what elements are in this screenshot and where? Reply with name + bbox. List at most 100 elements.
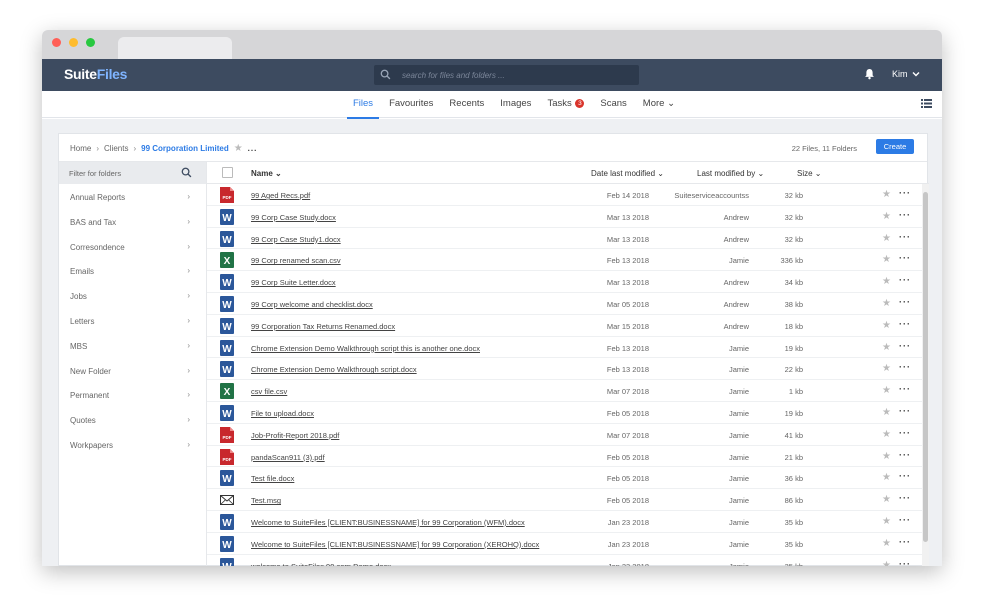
table-row[interactable]: Wwelcome to SuiteFiles 99 corp Demo.docx… [207,555,929,566]
search-icon[interactable] [181,167,192,178]
table-row[interactable]: W Test file.docx Feb 05 2018 Jamie 36 kb ★ ··· [207,467,929,490]
breadcrumb-more-button[interactable]: ... [248,144,258,153]
folder-item[interactable]: BAS and Tax › [59,209,206,234]
table-row[interactable]: W 99 Corporation Tax Returns Renamed.docx… [207,315,929,337]
favourite-star-icon[interactable]: ★ [882,385,891,396]
file-name-link[interactable]: File to upload.docx [251,409,314,418]
list-view-icon[interactable] [921,99,932,108]
file-name-link[interactable]: csv file.csv [251,387,287,396]
folder-item[interactable]: Quotes › [59,407,206,432]
table-row[interactable]: W Chrome Extension Demo Walkthrough scrip… [207,337,929,359]
folder-item[interactable]: Letters › [59,308,206,333]
table-row[interactable]: W File to upload.docx Feb 05 2018 Jamie 19 k… [207,402,929,424]
row-more-button[interactable]: ··· [899,450,911,460]
favourite-star-icon[interactable]: ★ [882,342,891,353]
table-row[interactable]: W 99 Corp Case Study1.docx Mar 13 2018 Andr… [207,228,929,250]
file-name-link[interactable]: Chrome Extension Demo Walkthrough script… [251,365,417,374]
file-name-link[interactable]: 99 Aged Recs.pdf [251,191,310,200]
file-name-link[interactable]: 99 Corporation Tax Returns Renamed.docx [251,322,395,331]
favourite-star-icon[interactable]: ★ [882,298,891,309]
table-row[interactable]: Test.msg Feb 05 2018 Jamie 86 kb ★ ··· [207,489,929,511]
search-input[interactable] [402,68,632,82]
breadcrumb-current[interactable]: 99 Corporation Limited [141,144,229,153]
table-row[interactable]: Xcsv file.csv Mar 07 2018 Jamie 1 kb ★ ··· [207,380,929,402]
favourite-star-icon[interactable]: ★ [234,143,243,154]
file-name-link[interactable]: 99 Corp welcome and checklist.docx [251,300,373,309]
table-row[interactable]: PDF 99 Aged Recs.pdf Feb 14 2018 Suiteservi… [207,184,929,206]
file-name-link[interactable]: Test.msg [251,496,281,505]
favourite-star-icon[interactable]: ★ [882,320,891,331]
favourite-star-icon[interactable]: ★ [882,516,891,527]
file-name-link[interactable]: Welcome to SuiteFiles [CLIENT:BUSINESSNA… [251,540,539,549]
row-more-button[interactable]: ··· [899,471,911,481]
column-header-name[interactable]: Name ⌄ [251,169,282,178]
favourite-star-icon[interactable]: ★ [882,254,891,265]
file-name-link[interactable]: 99 Corp Case Study.docx [251,213,336,222]
table-row[interactable]: W Welcome to SuiteFiles [CLIENT:BUSINESSN… [207,511,929,533]
folder-filter-input[interactable] [69,166,179,180]
file-name-link[interactable]: Chrome Extension Demo Walkthrough script… [251,344,480,353]
file-name-link[interactable]: welcome to SuiteFiles 99 corp Demo.docx [251,562,391,566]
favourite-star-icon[interactable]: ★ [882,429,891,440]
folder-item[interactable]: MBS › [59,333,206,358]
column-header-size[interactable]: Size ⌄ [797,169,822,178]
minimize-window-button[interactable] [69,38,78,47]
row-more-button[interactable]: ··· [899,493,911,503]
tab-scans[interactable]: Scans [592,91,634,118]
folder-item[interactable]: Workpapers › [59,432,206,457]
row-more-button[interactable]: ··· [899,253,911,263]
folder-item[interactable]: Annual Reports › [59,184,206,209]
folder-item[interactable]: Corresondence › [59,234,206,259]
create-button[interactable]: Create [876,139,914,154]
tab-more[interactable]: More ⌄ [635,91,683,118]
favourite-star-icon[interactable]: ★ [882,538,891,549]
suitefiles-logo[interactable]: SuiteFiles [64,66,127,82]
table-row[interactable]: W Chrome Extension Demo Walkthrough scrip… [207,358,929,381]
favourite-star-icon[interactable]: ★ [882,560,891,566]
file-name-link[interactable]: 99 Corp renamed scan.csv [251,256,341,265]
table-row[interactable]: W 99 Corp Case Study.docx Mar 13 2018 Andre… [207,206,929,228]
table-row[interactable]: W 99 Corp welcome and checklist.docx Mar 0… [207,293,929,315]
maximize-window-button[interactable] [86,38,95,47]
file-name-link[interactable]: pandaScan911 (3).pdf [251,453,325,462]
file-name-link[interactable]: Welcome to SuiteFiles [CLIENT:BUSINESSNA… [251,518,525,527]
table-row[interactable]: X 99 Corp renamed scan.csv Feb 13 2018 Jami… [207,249,929,272]
favourite-star-icon[interactable]: ★ [882,407,891,418]
search-box[interactable] [374,65,639,85]
row-more-button[interactable]: ··· [899,188,911,198]
favourite-star-icon[interactable]: ★ [882,494,891,505]
file-name-link[interactable]: Job-Profit-Report 2018.pdf [251,431,339,440]
row-more-button[interactable]: ··· [899,428,911,438]
row-more-button[interactable]: ··· [899,232,911,242]
table-row[interactable]: W Welcome to SuiteFiles [CLIENT:BUSINESSN… [207,533,929,555]
tab-recents[interactable]: Recents [441,91,492,118]
row-more-button[interactable]: ··· [899,406,911,416]
favourite-star-icon[interactable]: ★ [882,451,891,462]
bell-icon[interactable] [864,68,875,80]
table-scrollbar[interactable] [922,184,929,566]
row-more-button[interactable]: ··· [899,537,911,547]
table-row[interactable]: PDF pandaScan911 (3).pdf Feb 05 2018 Jamie 2… [207,446,929,468]
folder-item[interactable]: Emails › [59,258,206,283]
row-more-button[interactable]: ··· [899,275,911,285]
row-more-button[interactable]: ··· [899,559,911,566]
scrollbar-thumb[interactable] [923,192,928,542]
row-more-button[interactable]: ··· [899,384,911,394]
row-more-button[interactable]: ··· [899,319,911,329]
table-row[interactable]: W 99 Corp Suite Letter.docx Mar 13 2018 And… [207,271,929,293]
select-all-checkbox[interactable] [222,167,233,178]
row-more-button[interactable]: ··· [899,210,911,220]
row-more-button[interactable]: ··· [899,297,911,307]
breadcrumb-home[interactable]: Home [70,144,91,153]
favourite-star-icon[interactable]: ★ [882,276,891,287]
folder-item[interactable]: New Folder › [59,358,206,383]
row-more-button[interactable]: ··· [899,362,911,372]
user-menu[interactable]: Kim [892,69,920,79]
favourite-star-icon[interactable]: ★ [882,472,891,483]
table-row[interactable]: PDF Job-Profit-Report 2018.pdf Mar 07 2018… [207,424,929,446]
file-name-link[interactable]: 99 Corp Case Study1.docx [251,235,341,244]
folder-item[interactable]: Permanent › [59,382,206,407]
tab-tasks[interactable]: Tasks 3 [539,91,592,118]
favourite-star-icon[interactable]: ★ [882,363,891,374]
column-header-date[interactable]: Date last modified ⌄ [591,169,664,178]
